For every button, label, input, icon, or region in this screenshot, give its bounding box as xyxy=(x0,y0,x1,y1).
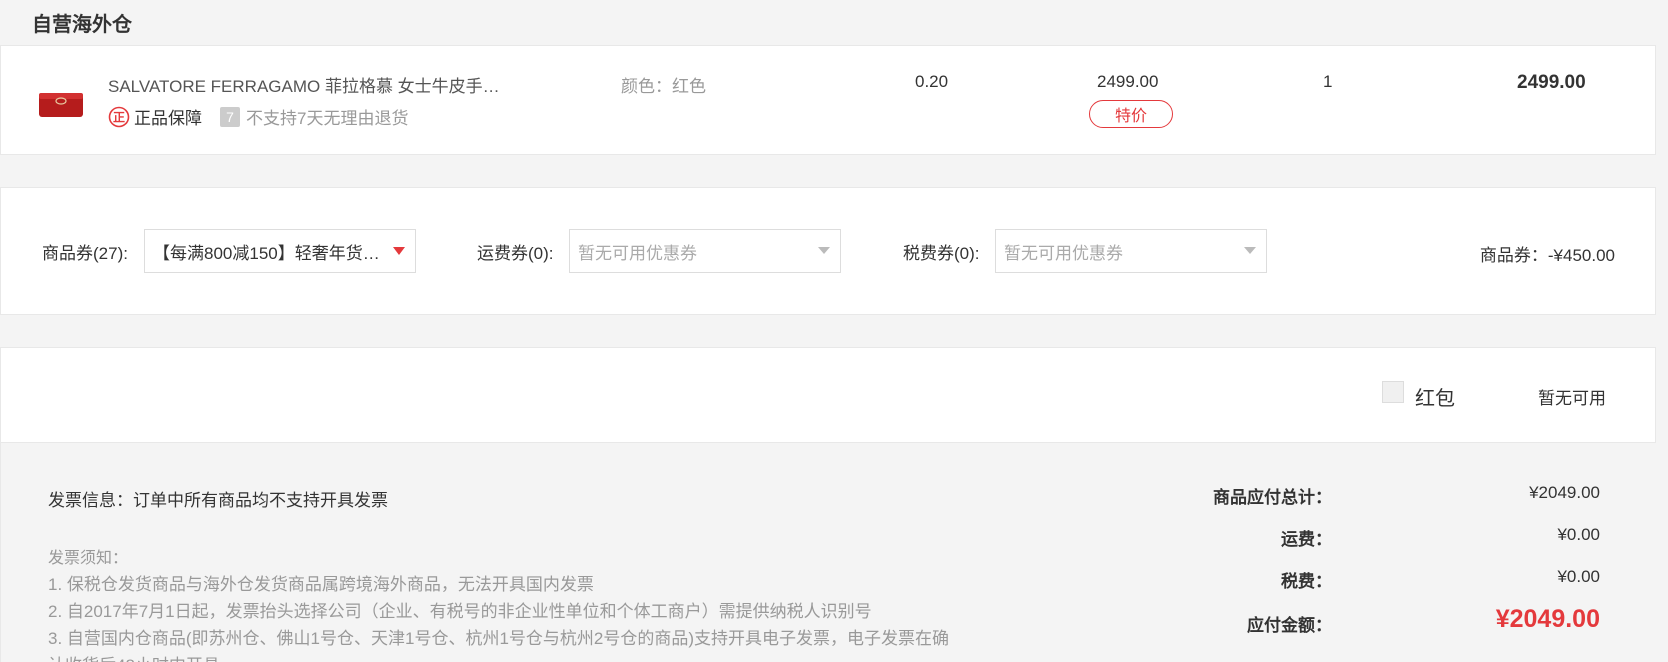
invoice-notice-line: 3. 自营国内仓商品(即苏州仓、佛山1号仓、天津1号仓、杭州1号仓与杭州2号仓的… xyxy=(48,629,950,648)
product-discount: 0.20 xyxy=(915,72,949,91)
no-return-label: 不支持7天无理由退货 xyxy=(246,109,409,128)
tax-value: ¥0.00 xyxy=(1557,567,1600,586)
product-name[interactable]: SALVATORE FERRAGAMO 菲拉格慕 女士牛皮手… xyxy=(108,72,500,97)
red-packet-panel: 红包 暂无可用 xyxy=(0,347,1656,443)
coupon-panel: 商品券(27): 【每满800减150】轻奢年货… 运费券(0): 暂无可用优惠… xyxy=(0,187,1656,315)
tax-coupon-value: 暂无可用优惠券 xyxy=(1004,243,1123,263)
goods-coupon-select[interactable]: 【每满800减150】轻奢年货… xyxy=(144,229,416,273)
red-packet-status: 暂无可用 xyxy=(1538,389,1606,408)
product-badges: 正 正品保障 7 不支持7天无理由退货 xyxy=(108,104,408,129)
goods-coupon-value: 【每满800减150】轻奢年货… xyxy=(153,243,380,263)
summary-panel: 发票信息：订单中所有商品均不支持开具发票 发票须知： 1. 保税仓发货商品与海外… xyxy=(0,443,1656,662)
chevron-down-icon xyxy=(1244,247,1256,254)
product-thumbnail[interactable] xyxy=(35,83,87,123)
chevron-down-icon xyxy=(393,247,405,255)
pay-amount-label: 应付金额： xyxy=(1247,616,1332,635)
no-return-icon: 7 xyxy=(220,106,240,127)
tax-label: 税费： xyxy=(1281,572,1332,591)
coupon-discount-total: 商品券：-¥450.00 xyxy=(1479,246,1615,265)
goods-total-value: ¥2049.00 xyxy=(1529,483,1600,502)
product-quantity: 1 xyxy=(1323,72,1333,91)
invoice-notice-title: 发票须知： xyxy=(48,550,129,567)
chevron-down-icon xyxy=(818,247,830,254)
product-unit-price: 2499.00 xyxy=(1097,72,1159,91)
product-subtotal: 2499.00 xyxy=(1517,72,1586,93)
red-packet-label[interactable]: 红包 xyxy=(1415,382,1455,411)
product-color: 颜色：红色 xyxy=(621,77,706,96)
genuine-guarantee-icon: 正 xyxy=(108,106,130,127)
goods-total-label: 商品应付总计： xyxy=(1213,488,1332,507)
special-price-tag: 特价 xyxy=(1089,100,1173,128)
goods-coupon-label: 商品券(27): xyxy=(42,244,128,263)
pay-amount-value: ¥2049.00 xyxy=(1495,605,1600,633)
tax-coupon-label: 税费券(0): xyxy=(903,244,980,263)
shipping-coupon-value: 暂无可用优惠券 xyxy=(578,243,697,263)
genuine-guarantee-label: 正品保障 xyxy=(134,109,202,128)
red-packet-checkbox[interactable] xyxy=(1382,381,1404,403)
shipping-coupon-label: 运费券(0): xyxy=(477,244,554,263)
tax-coupon-select[interactable]: 暂无可用优惠券 xyxy=(995,229,1267,273)
invoice-notice-line: 认收货后48小时内开具 xyxy=(48,651,220,662)
invoice-notice-line: 1. 保税仓发货商品与海外仓发货商品属跨境海外商品，无法开具国内发票 xyxy=(48,575,594,594)
shipping-label: 运费： xyxy=(1281,530,1332,549)
shipping-value: ¥0.00 xyxy=(1557,525,1600,544)
shipping-coupon-select[interactable]: 暂无可用优惠券 xyxy=(569,229,841,273)
product-row: SALVATORE FERRAGAMO 菲拉格慕 女士牛皮手… 正 正品保障 7… xyxy=(0,45,1656,155)
invoice-notice-line: 2. 自2017年7月1日起，发票抬头选择公司（企业、有税号的非企业性单位和个体… xyxy=(48,602,872,621)
invoice-info: 发票信息：订单中所有商品均不支持开具发票 xyxy=(48,491,388,510)
svg-text:正: 正 xyxy=(113,110,125,124)
warehouse-header: 自营海外仓 xyxy=(0,0,1656,45)
warehouse-title: 自营海外仓 xyxy=(32,14,132,36)
